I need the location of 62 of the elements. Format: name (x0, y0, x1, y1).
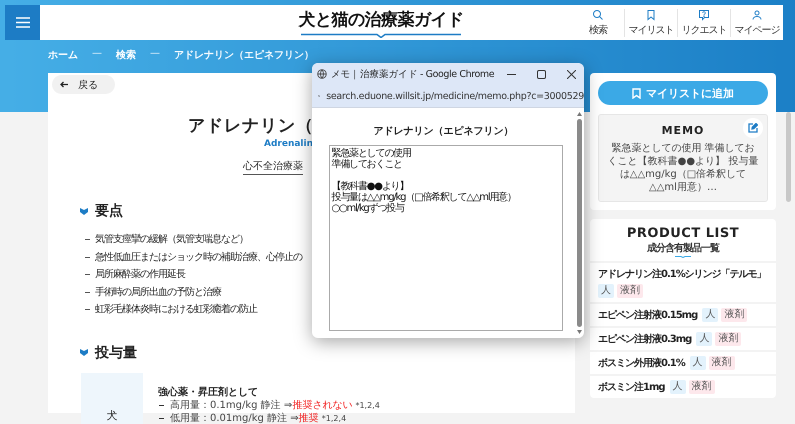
memo-heading: アドレナリン（エピネフリン） (374, 124, 514, 138)
back-arrow-icon[interactable] (60, 81, 68, 88)
key-point-item: 急性低血圧またはショック時の補助治療、心停止の (85, 248, 302, 266)
product-tag: 人 (690, 356, 706, 370)
product-link[interactable]: アドレナリン注0.1%シリンジ「テルモ」 (598, 267, 766, 281)
chevron-icon (80, 208, 88, 214)
category-link[interactable]: 心不全治療薬 (243, 159, 303, 175)
product-tag: 人 (670, 380, 686, 394)
drug-title: アドレナリン（ (188, 116, 314, 136)
product-link[interactable]: ボスミン注1mg (598, 380, 665, 394)
maximize-icon[interactable] (536, 70, 546, 78)
product-tag: 液剤 (721, 308, 748, 322)
edit-icon[interactable] (748, 123, 758, 133)
product-list-title: PRODUCT LIST (626, 226, 740, 241)
edit-button[interactable] (743, 118, 763, 138)
question-bubble-icon[interactable] (696, 8, 712, 20)
nav-link[interactable]: リクエスト (682, 22, 726, 36)
dosage-group-title: 強心薬・昇圧剤として (158, 386, 259, 398)
product-link[interactable]: エピペン注射液0.3mg (598, 332, 692, 346)
key-point-item: 虹彩毛様体炎時における虹彩癒着の防止 (85, 301, 257, 318)
section-heading: 投与量 (95, 344, 137, 362)
wave-ornament (675, 255, 691, 258)
key-point-item: 手術時の局所出血の予防と治療 (85, 284, 221, 301)
bookmark-icon[interactable] (632, 88, 641, 98)
breadcrumb-separator: — (150, 48, 160, 61)
nav-link[interactable]: 検索 (589, 22, 607, 36)
product-tag: 人 (598, 284, 614, 298)
product-link[interactable]: ボスミン外用液0.1% (598, 356, 685, 370)
product-tag: 液剤 (617, 284, 643, 298)
memo-text: 緊急薬としての使用 準備しておくこと【教科書●●より】 投与量は△△mg/kg（□倍希釈して△△ml用意）… (607, 142, 759, 194)
globe-icon (317, 69, 327, 79)
product-tag: 人 (702, 308, 718, 322)
product-link[interactable]: エピペン注射液0.15mg (598, 308, 698, 322)
breadcrumb-current: アドレナリン（エピネフリン） (174, 48, 314, 63)
product-tag: 液剤 (708, 356, 735, 370)
url-text: search.eduone.willsit.jp/medicine/memo.php?c=3000529 (326, 90, 584, 102)
scroll-down-arrow-icon[interactable] (577, 330, 582, 334)
window-title: メモ｜治療薬ガイド - Google Chrome (330, 68, 494, 80)
product-tag: 液剤 (688, 380, 715, 394)
dosage-line: 低用量：0.01mg/kg 静注 ⇒推奨 *1,2,4 (158, 412, 346, 424)
key-point-item: 気管支痙攣の緩解（気管支喘息など） (85, 231, 248, 248)
memo-title: MEMO (662, 124, 704, 137)
product-tag: 液剤 (715, 332, 742, 346)
menu-button[interactable] (5, 5, 40, 40)
memo-text-area[interactable]: 緊急薬としての使用 準備しておくこと 【教科書●●より】 投与量は△△mg/kg（□倍希釈して△△ml用意） ○○ml/kgずつ投与 (328, 145, 562, 331)
site-logo[interactable]: 犬と猫の治療薬ガイド (296, 8, 466, 32)
scroll-up-arrow-icon[interactable] (577, 112, 582, 116)
nav-link[interactable]: マイリスト (628, 22, 674, 36)
nav-link[interactable]: マイページ (734, 22, 780, 36)
dosage-line: 高用量：0.1mg/kg 静注 ⇒推奨されない *1,2,4 (158, 398, 380, 412)
chevron-icon (80, 349, 88, 356)
product-list-subtitle: 成分含有製品一覧 (647, 242, 719, 255)
breadcrumb-separator: — (92, 48, 102, 61)
species-label: 犬 (106, 408, 118, 424)
page-scrollbar[interactable] (786, 112, 791, 202)
back-button[interactable]: 戻る (52, 75, 115, 94)
menu-icon[interactable] (16, 17, 30, 28)
drug-subtitle: Adrenalin (264, 139, 314, 149)
close-icon[interactable] (566, 70, 576, 78)
key-point-item: 局所麻酔薬の作用延長 (85, 266, 185, 284)
product-tag: 人 (696, 332, 712, 346)
section-heading: 要点 (95, 202, 123, 220)
